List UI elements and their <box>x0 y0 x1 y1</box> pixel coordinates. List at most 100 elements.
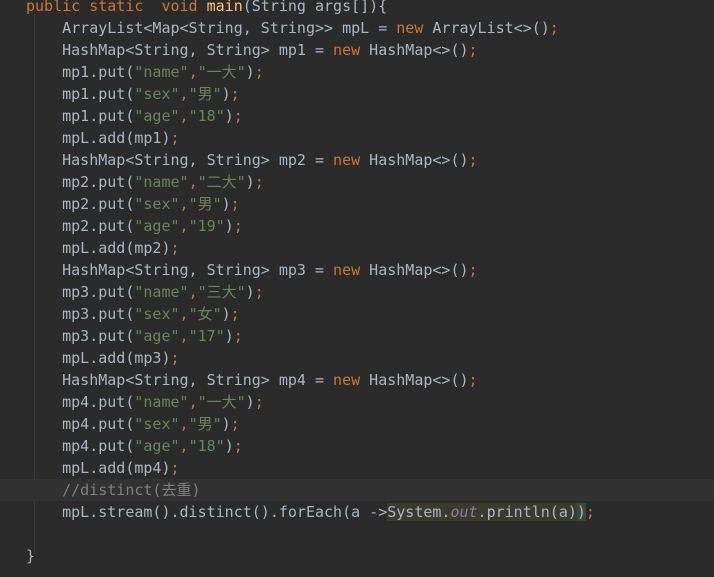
code-token: "女" <box>188 305 222 323</box>
code-token: ) <box>224 107 234 125</box>
code-token: mp3.put( <box>26 283 135 301</box>
code-token: ; <box>468 151 478 169</box>
code-token: "男" <box>188 195 222 213</box>
code-line[interactable]: mp4.put("name","一大"); <box>0 391 714 413</box>
code-token: ; <box>233 327 243 345</box>
code-token: , <box>179 217 189 235</box>
code-line[interactable]: mp2.put("age","19"); <box>0 215 714 237</box>
code-token: new <box>396 19 433 37</box>
code-token: mpL.add(mp4) <box>26 459 171 477</box>
code-token: ) <box>224 437 234 455</box>
code-token: , <box>179 195 189 213</box>
code-token: ; <box>233 217 243 235</box>
code-line[interactable]: mpL.add(mp4); <box>0 457 714 479</box>
code-token: ; <box>170 239 180 257</box>
code-token: "name" <box>134 283 189 301</box>
code-token: "age" <box>134 327 180 345</box>
code-line[interactable]: mp4.put("age","18"); <box>0 435 714 457</box>
code-line[interactable]: mp4.put("sex","男"); <box>0 413 714 435</box>
code-line[interactable]: mpL.add(mp3); <box>0 347 714 369</box>
code-token: "sex" <box>134 305 180 323</box>
code-token: ; <box>549 19 559 37</box>
code-token: ) <box>221 305 231 323</box>
code-token: "sex" <box>134 415 180 433</box>
code-line[interactable]: mpL.stream().distinct().forEach(a ->Syst… <box>0 501 714 523</box>
code-token: "age" <box>134 107 180 125</box>
code-token: "一大" <box>197 393 246 411</box>
code-token: //distinct(去重) <box>26 481 201 499</box>
code-token: new <box>333 151 370 169</box>
code-token: , <box>188 393 198 411</box>
code-token: mp4.put( <box>26 415 135 433</box>
code-token: HashMap<>() <box>369 371 469 389</box>
code-token: ; <box>170 459 180 477</box>
code-line[interactable]: mp3.put("age","17"); <box>0 325 714 347</box>
code-token: mp1.put( <box>26 63 135 81</box>
code-token: out <box>450 503 478 521</box>
code-line[interactable]: mp2.put("name","二大"); <box>0 171 714 193</box>
code-token: "name" <box>134 63 189 81</box>
code-token: HashMap<>() <box>369 261 469 279</box>
code-token: ArrayList<Map<String, String>> mpL = <box>26 19 397 37</box>
code-token: "sex" <box>134 85 180 103</box>
code-token: "name" <box>134 173 189 191</box>
code-token: ; <box>254 393 264 411</box>
code-token: ; <box>468 41 478 59</box>
code-token: ) <box>245 63 255 81</box>
code-line[interactable] <box>0 523 714 545</box>
code-token: new <box>333 261 370 279</box>
code-token: ; <box>254 63 264 81</box>
code-token: mp3.put( <box>26 327 135 345</box>
code-token: ; <box>233 437 243 455</box>
code-token: ) <box>245 283 255 301</box>
code-line[interactable]: HashMap<String, String> mp3 = new HashMa… <box>0 259 714 281</box>
code-token: , <box>188 63 198 81</box>
code-token: mp3.put( <box>26 305 135 323</box>
code-token: ; <box>468 371 478 389</box>
code-line[interactable]: mp1.put("age","18"); <box>0 105 714 127</box>
code-line[interactable]: } <box>0 545 714 567</box>
code-line[interactable]: mp1.put("name","一大"); <box>0 61 714 83</box>
code-token: HashMap<String, String> mp2 = <box>26 151 334 169</box>
code-token: "二大" <box>197 173 246 191</box>
code-token: ; <box>585 503 595 521</box>
code-token: ) <box>224 217 234 235</box>
code-line[interactable]: mp3.put("sex","女"); <box>0 303 714 325</box>
code-token: ) <box>221 195 231 213</box>
code-token: HashMap<String, String> mp1 = <box>26 41 334 59</box>
code-token: ; <box>170 349 180 367</box>
code-token: public static void <box>26 0 207 15</box>
code-token: mp1.put( <box>26 85 135 103</box>
code-token: main <box>206 0 243 15</box>
code-token: ; <box>254 283 264 301</box>
code-line[interactable]: HashMap<String, String> mp2 = new HashMa… <box>0 149 714 171</box>
code-token: "三大" <box>197 283 246 301</box>
code-editor[interactable]: public static void main(String args[]){ … <box>0 0 714 577</box>
code-line[interactable]: HashMap<String, String> mp4 = new HashMa… <box>0 369 714 391</box>
code-token: ; <box>170 129 180 147</box>
code-token: "age" <box>134 437 180 455</box>
code-token: "18" <box>188 107 225 125</box>
code-token: "男" <box>188 85 222 103</box>
code-token: "17" <box>188 327 225 345</box>
code-line[interactable]: mp3.put("name","三大"); <box>0 281 714 303</box>
code-line[interactable]: mpL.add(mp2); <box>0 237 714 259</box>
code-line[interactable]: public static void main(String args[]){ <box>0 0 714 17</box>
code-line[interactable]: mp1.put("sex","男"); <box>0 83 714 105</box>
code-token: (String args[]){ <box>242 0 388 15</box>
code-token: "19" <box>188 217 225 235</box>
code-line[interactable]: mpL.add(mp1); <box>0 127 714 149</box>
code-token: ; <box>230 415 240 433</box>
code-line[interactable]: //distinct(去重) <box>0 479 714 501</box>
code-token: mp4.put( <box>26 393 135 411</box>
code-line[interactable]: mp2.put("sex","男"); <box>0 193 714 215</box>
code-line[interactable]: ArrayList<Map<String, String>> mpL = new… <box>0 17 714 39</box>
code-line[interactable]: HashMap<String, String> mp1 = new HashMa… <box>0 39 714 61</box>
code-token: , <box>179 437 189 455</box>
code-token: , <box>179 327 189 345</box>
code-token: ) <box>224 327 234 345</box>
code-token: , <box>179 107 189 125</box>
code-token: new <box>333 371 370 389</box>
code-token: System. <box>387 503 451 521</box>
code-token: mp2.put( <box>26 217 135 235</box>
